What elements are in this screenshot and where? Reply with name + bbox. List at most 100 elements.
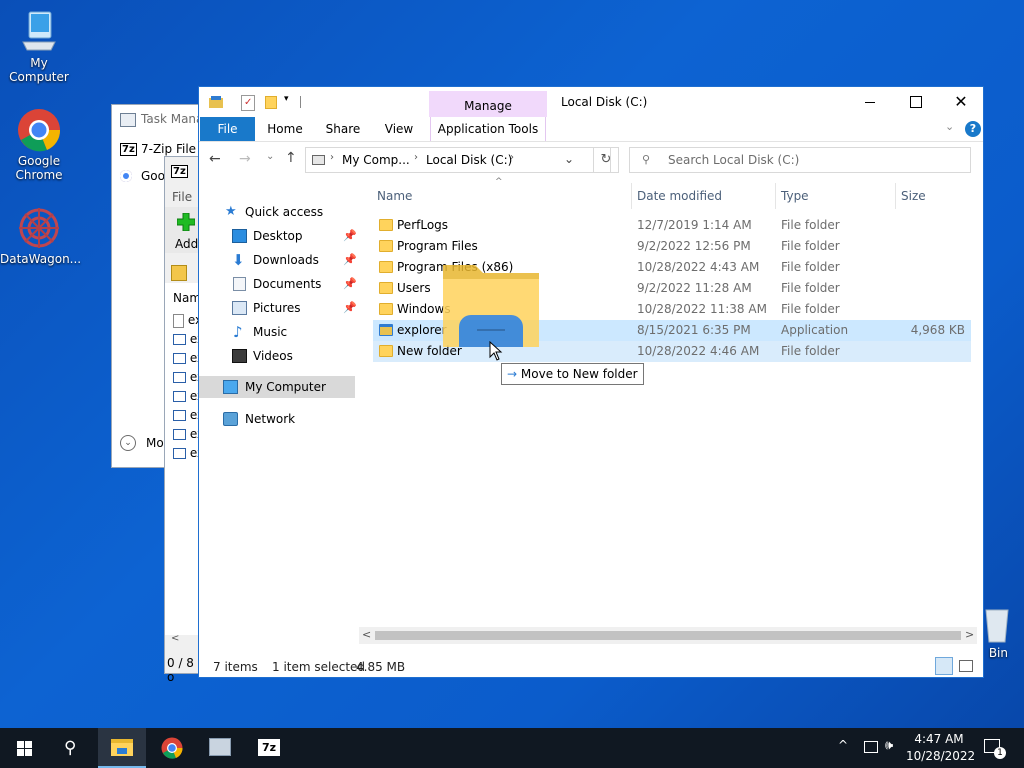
breadcrumb-separator-icon[interactable]: ›	[510, 152, 514, 163]
taskbar-file-explorer[interactable]	[98, 728, 146, 768]
file-row-perflogs[interactable]: PerfLogs 12/7/2019 1:14 AM File folder	[373, 215, 971, 236]
explorer-app-icon	[209, 96, 223, 108]
exe-icon	[173, 410, 186, 421]
clock-date[interactable]: 10/28/2022	[906, 749, 975, 763]
exe-icon	[173, 391, 186, 402]
breadcrumb-separator-icon[interactable]: ›	[330, 152, 334, 163]
tab-file[interactable]: File	[200, 117, 255, 141]
file-list: ^ Name Date modified Type Size PerfLogs …	[359, 177, 977, 653]
minimize-icon[interactable]	[847, 87, 893, 117]
search-button[interactable]: ⚲	[48, 728, 96, 768]
search-placeholder: Search Local Disk (C:)	[668, 153, 800, 167]
large-icons-view-icon[interactable]	[959, 660, 973, 672]
taskbar-7zip[interactable]: 7z	[246, 728, 294, 768]
nav-label: Pictures	[253, 301, 301, 315]
qat-dropdown-icon[interactable]: ▾	[284, 94, 289, 104]
file-name: explorer	[397, 323, 447, 337]
close-icon[interactable]: ✕	[939, 87, 983, 117]
title-bar[interactable]: ✓ ▾ Manage Local Disk (C:) ✕	[199, 87, 983, 117]
column-divider[interactable]	[631, 183, 632, 209]
documents-icon	[233, 277, 246, 291]
address-bar[interactable]: › My Comp... › Local Disk (C:) › ⌄	[305, 147, 611, 173]
qat-properties-icon[interactable]: ✓	[241, 95, 255, 111]
nav-desktop[interactable]: Desktop 📌	[199, 225, 357, 247]
seven-zip-icon: 7z	[258, 739, 280, 756]
tab-home[interactable]: Home	[259, 117, 311, 141]
column-header-type[interactable]: Type	[781, 183, 891, 209]
column-header-size[interactable]: Size	[901, 183, 971, 209]
taskbar-chrome[interactable]	[148, 728, 196, 768]
search-icon: ⚲	[64, 738, 77, 758]
scroll-right-icon[interactable]: >	[965, 628, 974, 641]
explorer-app-icon	[379, 324, 393, 336]
nav-label: Desktop	[253, 229, 303, 243]
pin-icon[interactable]: 📌	[343, 225, 357, 247]
clock-time[interactable]: 4:47 AM	[906, 732, 972, 746]
tab-view[interactable]: View	[374, 117, 424, 141]
volume-icon[interactable]: 🕪	[885, 738, 893, 753]
nav-label: Network	[245, 412, 296, 426]
column-divider[interactable]	[895, 183, 896, 209]
zip-file-menu[interactable]: File	[172, 190, 192, 204]
zip-up-icon[interactable]	[171, 265, 187, 281]
tab-application-tools[interactable]: Application Tools	[430, 117, 546, 141]
nav-label: Documents	[253, 277, 322, 291]
start-button[interactable]	[0, 728, 48, 768]
nav-my-computer[interactable]: My Computer	[199, 376, 355, 398]
window-list-item-chrome[interactable]: Goo	[141, 169, 165, 183]
breadcrumb-my-computer[interactable]: My Comp...	[342, 153, 410, 167]
scroll-left-icon[interactable]: <	[362, 628, 371, 641]
pin-icon[interactable]: 📌	[343, 297, 357, 319]
recent-locations-icon[interactable]: ⌄	[266, 151, 274, 162]
file-explorer-window[interactable]: ✓ ▾ Manage Local Disk (C:) ✕ File Home S…	[198, 86, 984, 678]
file-name: Users	[397, 281, 431, 295]
help-icon[interactable]: ?	[965, 121, 981, 137]
nav-pictures[interactable]: Pictures 📌	[199, 297, 357, 319]
desktop-icon-datawagon[interactable]: DataWagon...	[0, 206, 81, 266]
forward-icon[interactable]: →	[239, 151, 251, 167]
address-dropdown-icon[interactable]: ⌄	[564, 152, 574, 166]
nav-quick-access[interactable]: ★ Quick access	[199, 201, 355, 223]
nav-music[interactable]: ♪ Music	[199, 321, 355, 343]
breadcrumb-local-disk[interactable]: Local Disk (C:)	[426, 153, 512, 167]
computer-icon	[223, 380, 238, 394]
column-header-date[interactable]: Date modified	[637, 183, 773, 209]
zip-name-column[interactable]: Nam	[173, 291, 201, 305]
search-input[interactable]: ⚲ Search Local Disk (C:)	[629, 147, 971, 173]
music-icon: ♪	[233, 323, 243, 341]
breadcrumb-separator-icon[interactable]: ›	[414, 152, 418, 163]
pin-icon[interactable]: 📌	[343, 273, 357, 295]
ribbon-expand-icon[interactable]: ⌄	[945, 120, 954, 133]
column-divider[interactable]	[775, 183, 776, 209]
details-view-icon[interactable]	[935, 657, 953, 675]
desktop-icon-google-chrome[interactable]: Google Chrome	[0, 108, 78, 182]
chrome-icon	[161, 737, 183, 759]
up-icon[interactable]: ↑	[285, 150, 297, 166]
manage-tab[interactable]: Manage	[429, 91, 547, 117]
refresh-icon[interactable]: ↻	[593, 147, 619, 173]
status-bar: 7 items 1 item selected 4.85 MB	[199, 657, 983, 677]
more-details-link[interactable]: Mo	[146, 436, 164, 450]
exe-icon	[173, 429, 186, 440]
horizontal-scrollbar[interactable]: < >	[359, 627, 977, 644]
more-details-icon[interactable]: ⌄	[120, 435, 136, 451]
file-date: 10/28/2022 11:38 AM	[637, 302, 767, 316]
zip-title-icon: 7z	[171, 165, 188, 178]
nav-documents[interactable]: Documents 📌	[199, 273, 357, 295]
scroll-thumb[interactable]	[375, 631, 961, 640]
maximize-icon[interactable]	[893, 87, 939, 117]
column-header-name[interactable]: Name	[377, 183, 627, 209]
nav-downloads[interactable]: ⬇ Downloads 📌	[199, 249, 357, 271]
show-hidden-icons[interactable]: ^	[838, 738, 848, 752]
zip-scroll-left-icon[interactable]: <	[171, 633, 179, 644]
tab-share[interactable]: Share	[317, 117, 369, 141]
nav-network[interactable]: Network	[199, 408, 355, 430]
nav-videos[interactable]: Videos	[199, 345, 355, 367]
folder-icon	[379, 282, 393, 294]
qat-new-folder-icon[interactable]	[265, 96, 277, 109]
taskbar-task-manager[interactable]	[197, 728, 245, 768]
pin-icon[interactable]: 📌	[343, 249, 357, 271]
network-tray-icon[interactable]	[864, 741, 878, 753]
back-icon[interactable]: ←	[209, 151, 221, 167]
desktop-icon-my-computer[interactable]: My Computer	[0, 10, 78, 84]
